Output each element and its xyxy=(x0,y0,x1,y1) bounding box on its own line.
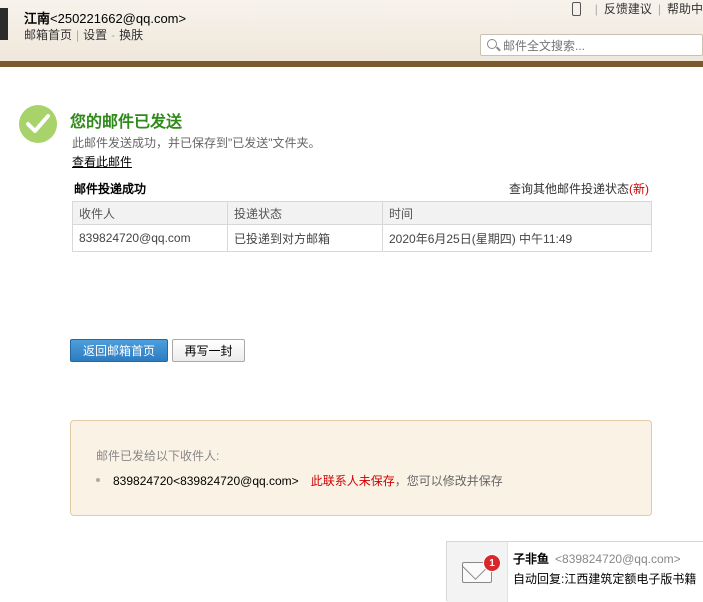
popup-sender: 子非鱼 <839824720@qq.com> xyxy=(513,550,681,567)
search-input[interactable] xyxy=(501,37,700,55)
new-badge: (新) xyxy=(629,182,649,196)
header-time: 时间 xyxy=(382,201,652,225)
feedback-link[interactable]: 反馈建议 xyxy=(604,0,652,17)
nav-separator: | xyxy=(76,28,80,42)
user-info: 江南<250221662@qq.com> xyxy=(24,8,186,27)
nav-separator: - xyxy=(111,28,116,42)
success-check-icon xyxy=(19,105,57,143)
top-separator: | xyxy=(594,1,598,16)
top-separator: | xyxy=(657,1,661,16)
new-mail-popup[interactable]: 1 子非鱼 <839824720@qq.com> 自动回复:江西建筑定额电子版书籍 xyxy=(446,541,703,602)
view-mail-link[interactable]: 查看此邮件 xyxy=(72,153,132,170)
header-recipient: 收件人 xyxy=(72,201,228,225)
mobile-icon[interactable] xyxy=(571,1,581,16)
contact-not-saved-link[interactable]: 此联系人未保存 xyxy=(311,474,395,488)
bullet-icon xyxy=(96,478,100,482)
back-to-home-button[interactable]: 返回邮箱首页 xyxy=(70,339,168,362)
recipients-notice: 邮件已发给以下收件人: 839824720<839824720@qq.com> 此… xyxy=(70,420,652,516)
nav-settings[interactable]: 设置 xyxy=(83,28,107,42)
cell-time: 2020年6月25日(星期四) 中午11:49 xyxy=(382,224,652,252)
popup-icon-area: 1 xyxy=(447,542,508,602)
header-stripe xyxy=(0,61,703,67)
header-status: 投递状态 xyxy=(227,201,383,225)
delivery-success-label: 邮件投递成功 xyxy=(74,182,147,196)
top-right-links: | 反馈建议 | 帮助中 xyxy=(571,0,703,17)
query-delivery-status-link[interactable]: 查询其他邮件投递状态(新) xyxy=(509,180,649,197)
notice-title: 邮件已发给以下收件人: xyxy=(96,449,220,463)
user-email: <250221662@qq.com> xyxy=(50,11,187,26)
write-again-button[interactable]: 再写一封 xyxy=(172,339,245,362)
user-name: 江南 xyxy=(24,11,51,26)
help-link[interactable]: 帮助中 xyxy=(667,0,703,17)
send-description: 此邮件发送成功，并已保存到"已发送"文件夹。 xyxy=(72,136,321,150)
sub-nav: 邮箱首页 | 设置 - 换肤 xyxy=(24,26,143,43)
nav-skin[interactable]: 换肤 xyxy=(119,28,143,42)
sender-email: <839824720@qq.com> xyxy=(555,552,681,566)
sender-name: 子非鱼 xyxy=(513,552,550,566)
search-box xyxy=(480,34,703,56)
popup-subject[interactable]: 自动回复:江西建筑定额电子版书籍 xyxy=(513,570,696,587)
table-header-row: 收件人 投递状态 时间 xyxy=(72,201,652,225)
unread-count-badge: 1 xyxy=(483,554,501,572)
top-header: 江南<250221662@qq.com> 邮箱首页 | 设置 - 换肤 | 反馈建议 |… xyxy=(0,0,703,62)
contact-save-tip: ，您可以修改并保存 xyxy=(394,474,503,488)
contact-address: 839824720<839824720@qq.com> xyxy=(113,474,299,488)
nav-mailbox-home[interactable]: 邮箱首页 xyxy=(24,28,72,42)
page-title: 您的邮件已发送 xyxy=(70,114,183,131)
search-icon[interactable] xyxy=(487,39,497,49)
query-link-text[interactable]: 查询其他邮件投递状态 xyxy=(509,182,629,196)
cell-recipient: 839824720@qq.com xyxy=(72,224,228,252)
cell-status: 已投递到对方邮箱 xyxy=(227,224,383,252)
delivery-table: 收件人 投递状态 时间 839824720@qq.com 已投递到对方邮箱 20… xyxy=(72,201,652,252)
table-row: 839824720@qq.com 已投递到对方邮箱 2020年6月25日(星期四… xyxy=(72,224,652,252)
logo-fragment xyxy=(0,8,8,40)
notice-contact-line: 839824720<839824720@qq.com> 此联系人未保存，您可以修改… xyxy=(113,472,503,489)
